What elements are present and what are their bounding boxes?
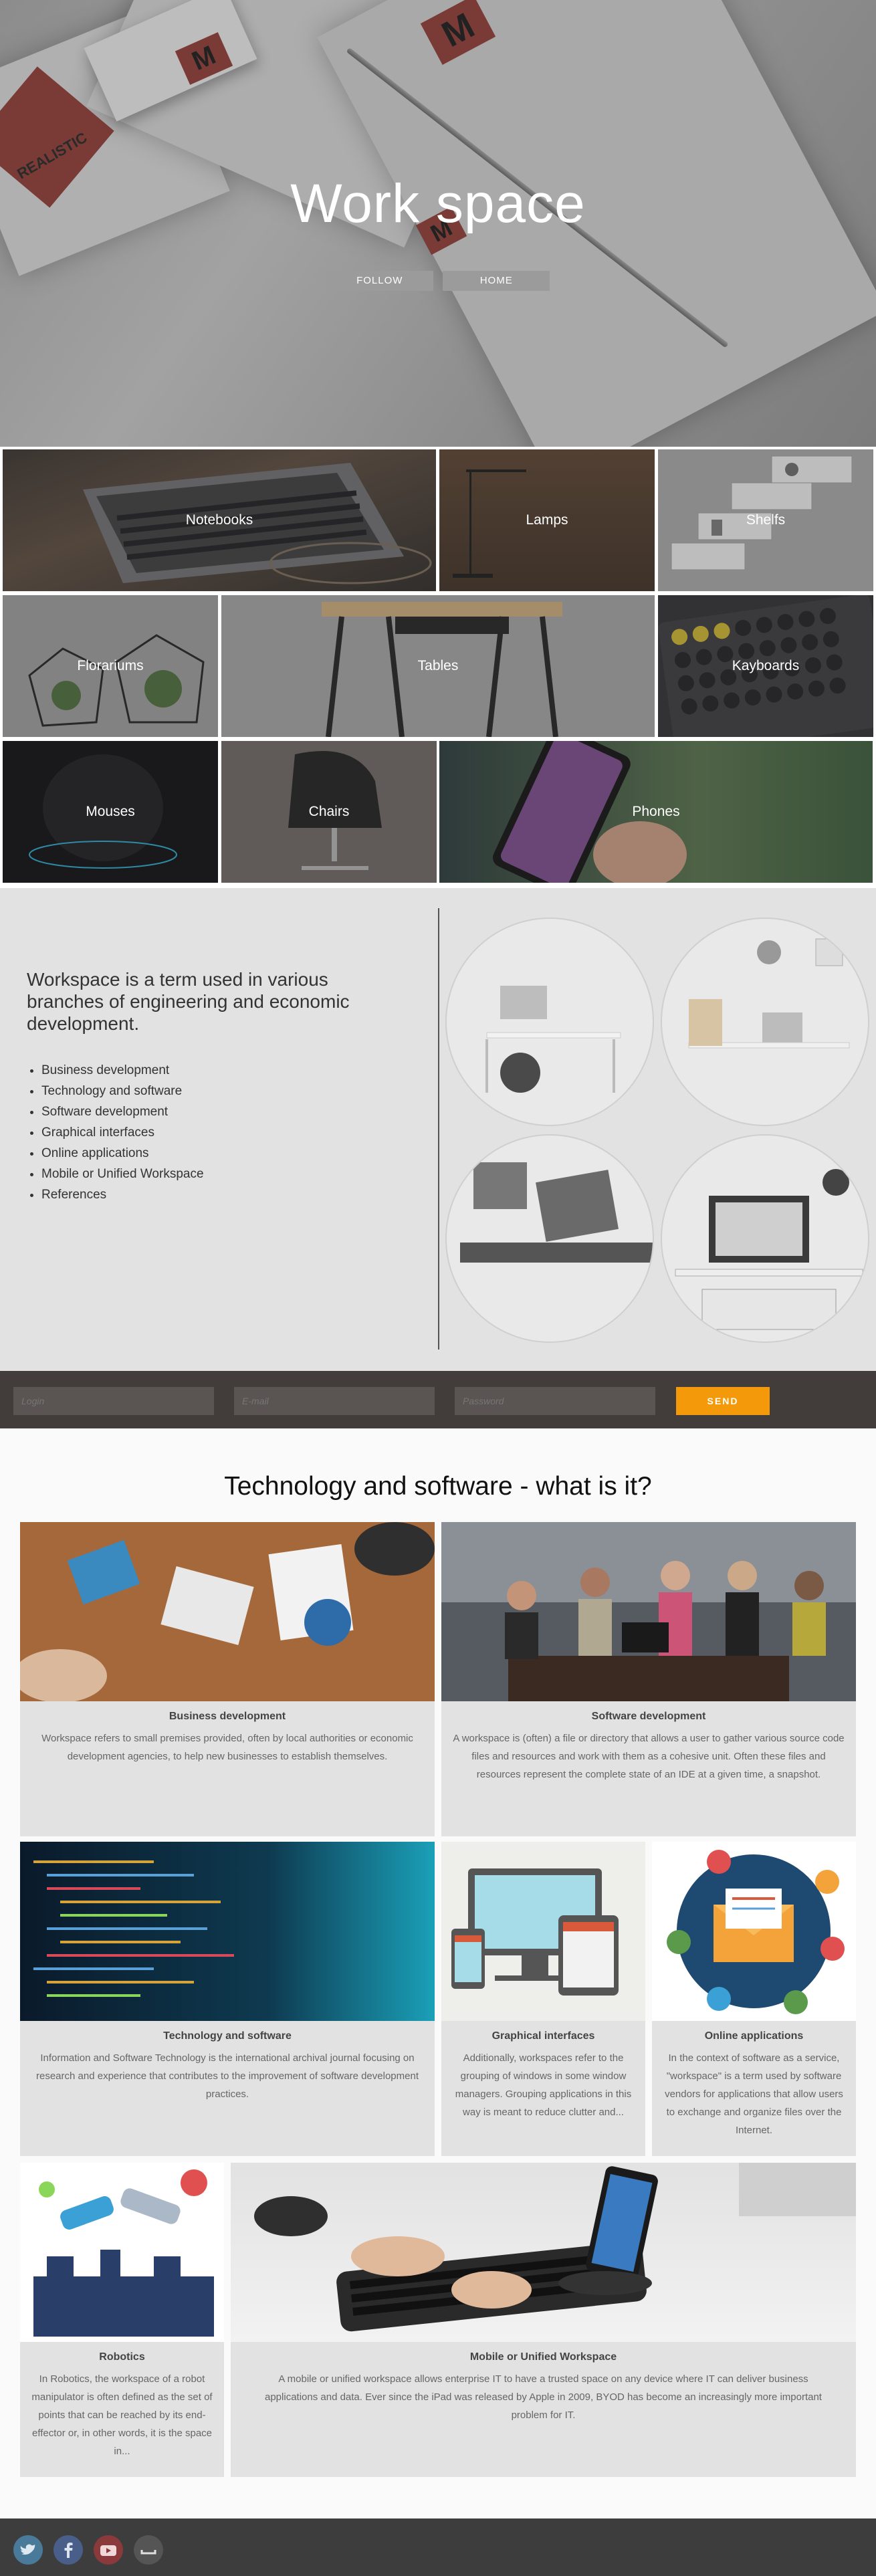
email-input[interactable] <box>234 1387 435 1415</box>
robotics-illustration <box>20 2163 224 2342</box>
tile-label: Chairs <box>308 804 350 819</box>
card-text: In the context of software as a service,… <box>665 2052 843 2136</box>
card-title: Business development <box>169 1711 286 1722</box>
tile-label: Tables <box>417 658 459 673</box>
card-text: Information and Software Technology is t… <box>36 2052 419 2100</box>
tile-lamps[interactable]: Lamps <box>439 449 655 591</box>
card-text: A mobile or unified workspace allows ent… <box>265 2373 822 2421</box>
meeting-photo <box>20 1522 435 1701</box>
tile-phones[interactable]: Phones <box>439 741 873 883</box>
section-title: Technology and software - what is it? <box>224 1472 652 1501</box>
list-item: Software development <box>41 1101 401 1122</box>
code-photo <box>20 1842 435 2021</box>
devices-illustration <box>441 1842 645 2021</box>
card-title: Online applications <box>704 2030 804 2042</box>
article-card-mobile[interactable]: Mobile or Unified Workspace A mobile or … <box>231 2163 856 2477</box>
card-title: Software development <box>591 1711 706 1722</box>
tile-kayboards[interactable]: Kayboards <box>658 595 873 737</box>
hero-title: Work space <box>290 173 586 234</box>
tile-label: Kayboards <box>732 658 800 673</box>
tile-label: Shelfs <box>746 512 786 528</box>
list-item: References <box>41 1184 401 1205</box>
card-text: Workspace refers to small premises provi… <box>41 1733 413 1762</box>
workspace-photo <box>445 918 654 1126</box>
tile-label: Florariums <box>77 658 144 673</box>
tile-chairs[interactable]: Chairs <box>221 741 437 883</box>
article-card-business[interactable]: Business development Workspace refers to… <box>20 1522 435 1836</box>
tile-tables[interactable]: Tables <box>221 595 655 737</box>
article-card-online[interactable]: Online applications In the context of so… <box>652 1842 856 2156</box>
tile-label: Phones <box>632 804 680 819</box>
mobile-dock-photo <box>231 2163 856 2342</box>
twitter-icon[interactable] <box>13 2535 43 2565</box>
tile-label: Mouses <box>86 804 135 819</box>
workspace-photo <box>661 918 869 1126</box>
list-item: Business development <box>41 1060 401 1081</box>
facebook-icon[interactable] <box>53 2535 83 2565</box>
login-form: SEND <box>0 1371 876 1428</box>
send-button[interactable]: SEND <box>676 1387 770 1415</box>
card-title: Graphical interfaces <box>491 2030 595 2042</box>
list-item: Online applications <box>41 1143 401 1164</box>
tile-notebooks[interactable]: Notebooks <box>3 449 436 591</box>
divider <box>438 908 439 1350</box>
article-card-technology[interactable]: Technology and software Information and … <box>20 1842 435 2156</box>
article-card-robotics[interactable]: Robotics In Robotics, the workspace of a… <box>20 2163 224 2477</box>
info-text: Workspace is a term used in various bran… <box>27 968 401 1205</box>
article-card-software[interactable]: Software development A workspace is (oft… <box>441 1522 856 1836</box>
card-text: A workspace is (often) a file or directo… <box>453 1733 845 1780</box>
info-heading: Workspace is a term used in various bran… <box>27 969 350 1034</box>
team-photo <box>441 1522 856 1701</box>
footer <box>0 2518 876 2576</box>
articles-section: Technology and software - what is it? Bu… <box>0 1428 876 2518</box>
home-button[interactable]: HOME <box>443 271 550 291</box>
tile-mouses[interactable]: Mouses <box>3 741 218 883</box>
other-social-icon[interactable] <box>134 2535 163 2565</box>
password-input[interactable] <box>455 1387 655 1415</box>
tile-label: Lamps <box>526 512 568 528</box>
youtube-icon[interactable] <box>94 2535 123 2565</box>
list-item: Graphical interfaces <box>41 1122 401 1143</box>
card-text: Additionally, workspaces refer to the gr… <box>455 2052 632 2118</box>
email-illustration <box>652 1842 856 2021</box>
tile-label: Notebooks <box>185 512 253 528</box>
tile-shelfs[interactable]: Shelfs <box>658 449 873 591</box>
follow-button[interactable]: FOLLOW <box>326 271 433 291</box>
card-title: Technology and software <box>163 2030 292 2042</box>
login-input[interactable] <box>13 1387 214 1415</box>
info-section: Workspace is a term used in various bran… <box>0 888 876 1371</box>
list-item: Technology and software <box>41 1081 401 1101</box>
card-title: Mobile or Unified Workspace <box>469 2351 617 2363</box>
card-text: In Robotics, the workspace of a robot ma… <box>31 2373 213 2457</box>
workspace-photo <box>445 1134 654 1343</box>
article-card-graphical[interactable]: Graphical interfaces Additionally, works… <box>441 1842 645 2156</box>
info-list: Business development Technology and soft… <box>41 1060 401 1205</box>
card-title: Robotics <box>99 2351 145 2363</box>
hero-buttons: FOLLOW HOME <box>0 271 876 291</box>
hero-section: M M M REALISTIC Work space FOLLOW HOME <box>0 0 876 447</box>
list-item: Mobile or Unified Workspace <box>41 1164 401 1184</box>
category-grid: Notebooks Lamps Shelfs Florariums Tables… <box>0 447 876 888</box>
tile-florariums[interactable]: Florariums <box>3 595 218 737</box>
workspace-photo <box>661 1134 869 1343</box>
